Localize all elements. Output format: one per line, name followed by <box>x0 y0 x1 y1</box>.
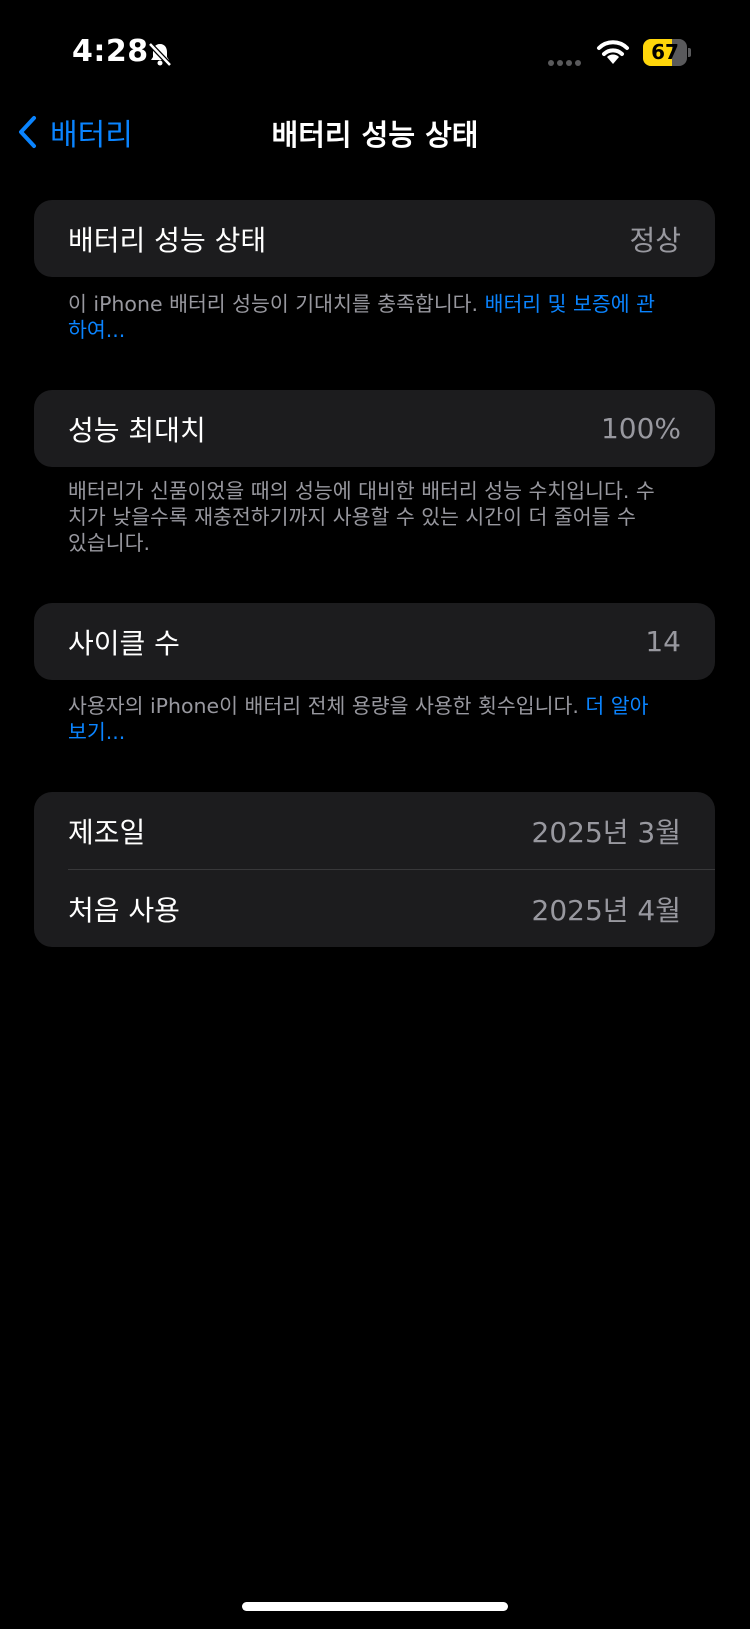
max-capacity-label: 성능 최대치 <box>68 413 206 447</box>
navigation-bar: 배터리 배터리 성능 상태 <box>0 100 750 164</box>
cellular-signal-icon <box>548 60 581 66</box>
battery-health-footnote-text: 이 iPhone 배터리 성능이 기대치를 충족합니다. <box>68 292 485 316</box>
status-bar: 4:28 67 <box>0 0 750 110</box>
first-use-row: 처음 사용 2025년 4월 <box>34 870 715 947</box>
home-indicator[interactable] <box>242 1602 508 1611</box>
cycle-count-value: 14 <box>645 625 681 658</box>
cycle-count-footnote: 사용자의 iPhone이 배터리 전체 용량을 사용한 횟수입니다. 더 알아보… <box>68 693 658 745</box>
first-use-label: 처음 사용 <box>68 893 180 927</box>
max-capacity-value: 100% <box>600 412 681 445</box>
dates-card: 제조일 2025년 3월 처음 사용 2025년 4월 <box>34 792 715 947</box>
battery-level-text: 67 <box>651 40 679 64</box>
silent-bell-icon <box>148 42 172 67</box>
manufacture-date-value: 2025년 3월 <box>531 815 682 849</box>
manufacture-date-label: 제조일 <box>68 815 146 849</box>
battery-health-row: 배터리 성능 상태 정상 <box>34 200 715 277</box>
battery-health-footnote: 이 iPhone 배터리 성능이 기대치를 충족합니다. 배터리 및 보증에 관… <box>68 291 658 343</box>
battery-health-card: 배터리 성능 상태 정상 <box>34 200 715 277</box>
max-capacity-row: 성능 최대치 100% <box>34 390 715 467</box>
battery-health-label: 배터리 성능 상태 <box>68 223 267 257</box>
cycle-count-card: 사이클 수 14 <box>34 603 715 680</box>
status-time: 4:28 <box>72 34 149 69</box>
max-capacity-footnote: 배터리가 신품이었을 때의 성능에 대비한 배터리 성능 수치입니다. 수치가 … <box>68 479 655 555</box>
wifi-icon <box>597 40 629 64</box>
first-use-value: 2025년 4월 <box>531 893 682 927</box>
battery-health-value: 정상 <box>629 223 681 257</box>
battery-icon: 67 <box>643 39 691 66</box>
max-capacity-card: 성능 최대치 100% <box>34 390 715 467</box>
cycle-count-footnote-text: 사용자의 iPhone이 배터리 전체 용량을 사용한 횟수입니다. <box>68 694 586 718</box>
manufacture-date-row: 제조일 2025년 3월 <box>34 792 715 869</box>
cycle-count-row: 사이클 수 14 <box>34 603 715 680</box>
page-title: 배터리 성능 상태 <box>271 118 479 152</box>
cycle-count-label: 사이클 수 <box>68 626 180 660</box>
